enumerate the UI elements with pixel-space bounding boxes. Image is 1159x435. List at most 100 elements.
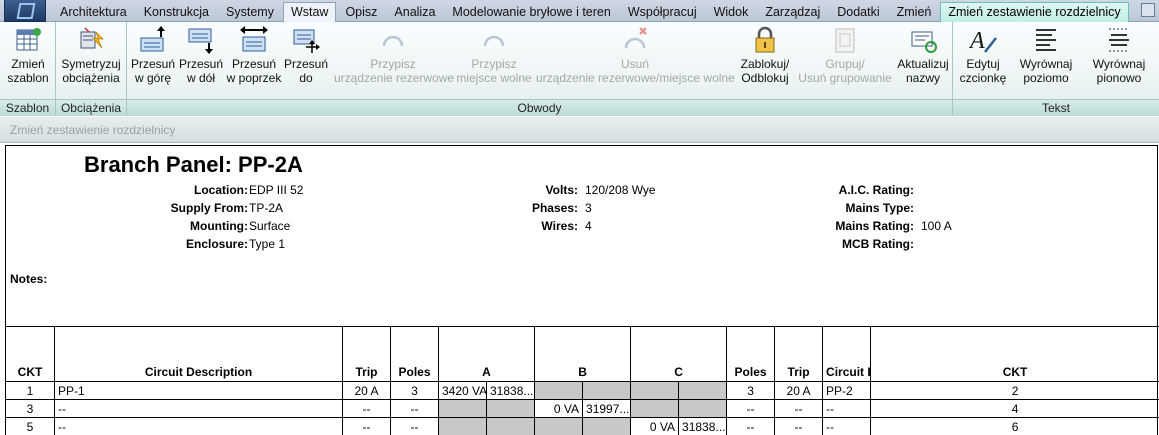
- mounting-label: Mounting:: [190, 219, 248, 233]
- lock-icon: [751, 26, 779, 54]
- tab-wstaw[interactable]: Wstaw: [282, 2, 337, 22]
- poles-right-cell[interactable]: --: [726, 399, 776, 418]
- phase-a-load-cell[interactable]: [438, 399, 487, 418]
- panel-schedule-view: Branch Panel: PP-2A Location: EDP III 52…: [5, 145, 1159, 435]
- phase-c-load-cell-2[interactable]: [678, 381, 728, 400]
- wires-label: Wires:: [541, 219, 578, 233]
- poles-left-cell[interactable]: 3: [390, 381, 439, 400]
- trip-left-cell[interactable]: 20 A: [342, 381, 391, 400]
- tab-zmien[interactable]: Zmień: [889, 2, 940, 22]
- header-circuit-description-left: Circuit Description: [54, 326, 343, 382]
- wyrownaj-pionowo-button[interactable]: Wyrównaj pionowo: [1083, 24, 1155, 97]
- phase-c-load-cell-2[interactable]: 31838...: [678, 417, 728, 435]
- application-menu-button[interactable]: [4, 0, 46, 22]
- tab-systemy[interactable]: Systemy: [218, 2, 282, 22]
- minimize-ribbon-icon[interactable]: [1141, 3, 1155, 17]
- move-up-icon: [139, 26, 167, 54]
- notes-label: Notes:: [10, 272, 48, 286]
- panel-schedule-title[interactable]: Branch Panel: PP-2A: [84, 152, 303, 178]
- tab-dodatki[interactable]: Dodatki: [829, 2, 887, 22]
- remove-spare-icon: [621, 26, 649, 54]
- ckt-right-cell[interactable]: 6: [870, 417, 1159, 435]
- wires-value[interactable]: 4: [585, 219, 592, 233]
- poles-left-cell[interactable]: --: [390, 417, 439, 435]
- trip-left-cell[interactable]: --: [342, 417, 391, 435]
- volts-value[interactable]: 120/208 Wye: [585, 183, 656, 197]
- description-left-cell[interactable]: PP-1: [54, 381, 343, 400]
- aktualizuj-nazwy-button[interactable]: Aktualizuj nazwy: [895, 24, 951, 97]
- tab-opisz[interactable]: Opisz: [337, 2, 385, 22]
- tab-analiza[interactable]: Analiza: [386, 2, 443, 22]
- phase-c-load-cell[interactable]: [630, 399, 680, 418]
- przesun-w-gore-button[interactable]: Przesuń w górę: [129, 24, 177, 97]
- przypisz-miejsce-wolne-button[interactable]: Przypisz miejsce wolne: [454, 24, 534, 97]
- mains-rating-value[interactable]: 100 A: [921, 219, 952, 233]
- usun-urzadzenie-rezerwowe-button[interactable]: Usuń urządzenie rezerwowe/miejsce wolne: [536, 24, 735, 97]
- tab-architektura[interactable]: Architektura: [52, 2, 135, 22]
- table-row[interactable]: 1 PP-1 20 A 3 3420 VA 31838... 3 20 A PP…: [5, 381, 1159, 400]
- poles-left-cell[interactable]: --: [390, 399, 439, 418]
- supply-from-value[interactable]: TP-2A: [249, 201, 283, 215]
- ckt-left-cell[interactable]: 3: [5, 399, 55, 418]
- ckt-left-cell[interactable]: 1: [5, 381, 55, 400]
- phase-c-load-cell[interactable]: [630, 381, 680, 400]
- ckt-left-cell[interactable]: 5: [5, 417, 55, 435]
- przesun-do-button[interactable]: Przesuń do: [283, 24, 329, 97]
- tab-konstrukcja[interactable]: Konstrukcja: [136, 2, 217, 22]
- phase-c-load-cell[interactable]: 0 VA: [630, 417, 680, 435]
- phase-b-load-cell[interactable]: [534, 381, 584, 400]
- phase-a-load-cell[interactable]: 3420 VA: [438, 381, 487, 400]
- description-right-cell[interactable]: --: [822, 417, 872, 435]
- header-phase-b: B: [534, 326, 632, 382]
- poles-right-cell[interactable]: 3: [726, 381, 776, 400]
- przesun-w-poprzek-button[interactable]: Przesuń w poprzek: [225, 24, 283, 97]
- header-trip-left: Trip: [342, 326, 391, 382]
- phase-b-load-cell-2[interactable]: [582, 417, 632, 435]
- grupuj-usun-grupowanie-button[interactable]: Grupuj/ Usuń grupowanie: [795, 24, 895, 97]
- ckt-right-cell[interactable]: 2: [870, 381, 1159, 400]
- phase-a-load-cell-2[interactable]: [485, 417, 536, 435]
- phase-a-load-cell[interactable]: [438, 417, 487, 435]
- location-label: Location:: [194, 183, 248, 197]
- phase-b-load-cell-2[interactable]: 31997...: [582, 399, 632, 418]
- description-left-cell[interactable]: --: [54, 417, 343, 435]
- ckt-right-cell[interactable]: 4: [870, 399, 1159, 418]
- mains-rating-label: Mains Rating:: [835, 219, 914, 233]
- phase-a-load-cell-2[interactable]: [485, 399, 536, 418]
- mounting-value[interactable]: Surface: [249, 219, 290, 233]
- tab-zmien-zestawienie[interactable]: Zmień zestawienie rozdzielnicy: [940, 2, 1129, 22]
- trip-right-cell[interactable]: --: [774, 399, 824, 418]
- description-right-cell[interactable]: PP-2: [822, 381, 872, 400]
- phase-b-load-cell[interactable]: 0 VA: [534, 399, 584, 418]
- panel-title-obwody: Obwody: [127, 99, 952, 116]
- trip-left-cell[interactable]: --: [342, 399, 391, 418]
- phase-c-load-cell-2[interactable]: [678, 399, 728, 418]
- trip-right-cell[interactable]: --: [774, 417, 824, 435]
- zmien-szablon-button[interactable]: Zmień szablon: [2, 24, 54, 97]
- tab-widok[interactable]: Widok: [706, 2, 757, 22]
- zablokuj-odblokuj-button[interactable]: Zablokuj/ Odblokuj: [735, 24, 795, 97]
- header-poles-right: Poles: [726, 326, 776, 382]
- revit-logo-icon: [16, 3, 36, 19]
- ribbon-tabs: Architektura Konstrukcja Systemy Wstaw O…: [52, 0, 1130, 22]
- description-right-cell[interactable]: --: [822, 399, 872, 418]
- tab-modelowanie[interactable]: Modelowanie bryłowe i teren: [444, 2, 618, 22]
- tab-wspolpracuj[interactable]: Współpracuj: [620, 2, 705, 22]
- przesun-w-dol-button[interactable]: Przesuń w dół: [179, 24, 223, 97]
- phase-b-load-cell[interactable]: [534, 417, 584, 435]
- symetryzuj-obciazenia-button[interactable]: Symetryzuj obciążenia: [58, 24, 124, 97]
- wyrownaj-poziomo-button[interactable]: Wyrównaj poziomo: [1013, 24, 1079, 97]
- phase-b-load-cell-2[interactable]: [582, 381, 632, 400]
- przypisz-urzadzenie-rezerwowe-button[interactable]: Przypisz urządzenie rezerwowe: [334, 24, 454, 97]
- phase-a-load-cell-2[interactable]: 31838...: [485, 381, 536, 400]
- table-row[interactable]: 5 -- -- -- 0 VA 31838... -- -- -- 6: [5, 417, 1159, 435]
- trip-right-cell[interactable]: 20 A: [774, 381, 824, 400]
- table-row[interactable]: 3 -- -- -- 0 VA 31997... -- -- -- 4: [5, 399, 1159, 418]
- edytuj-czcionke-button[interactable]: A Edytuj czcionkę: [955, 24, 1011, 97]
- description-left-cell[interactable]: --: [54, 399, 343, 418]
- phases-value[interactable]: 3: [585, 201, 592, 215]
- tab-zarzadzaj[interactable]: Zarządzaj: [757, 2, 828, 22]
- poles-right-cell[interactable]: --: [726, 417, 776, 435]
- enclosure-value[interactable]: Type 1: [249, 237, 285, 251]
- location-value[interactable]: EDP III 52: [249, 183, 303, 197]
